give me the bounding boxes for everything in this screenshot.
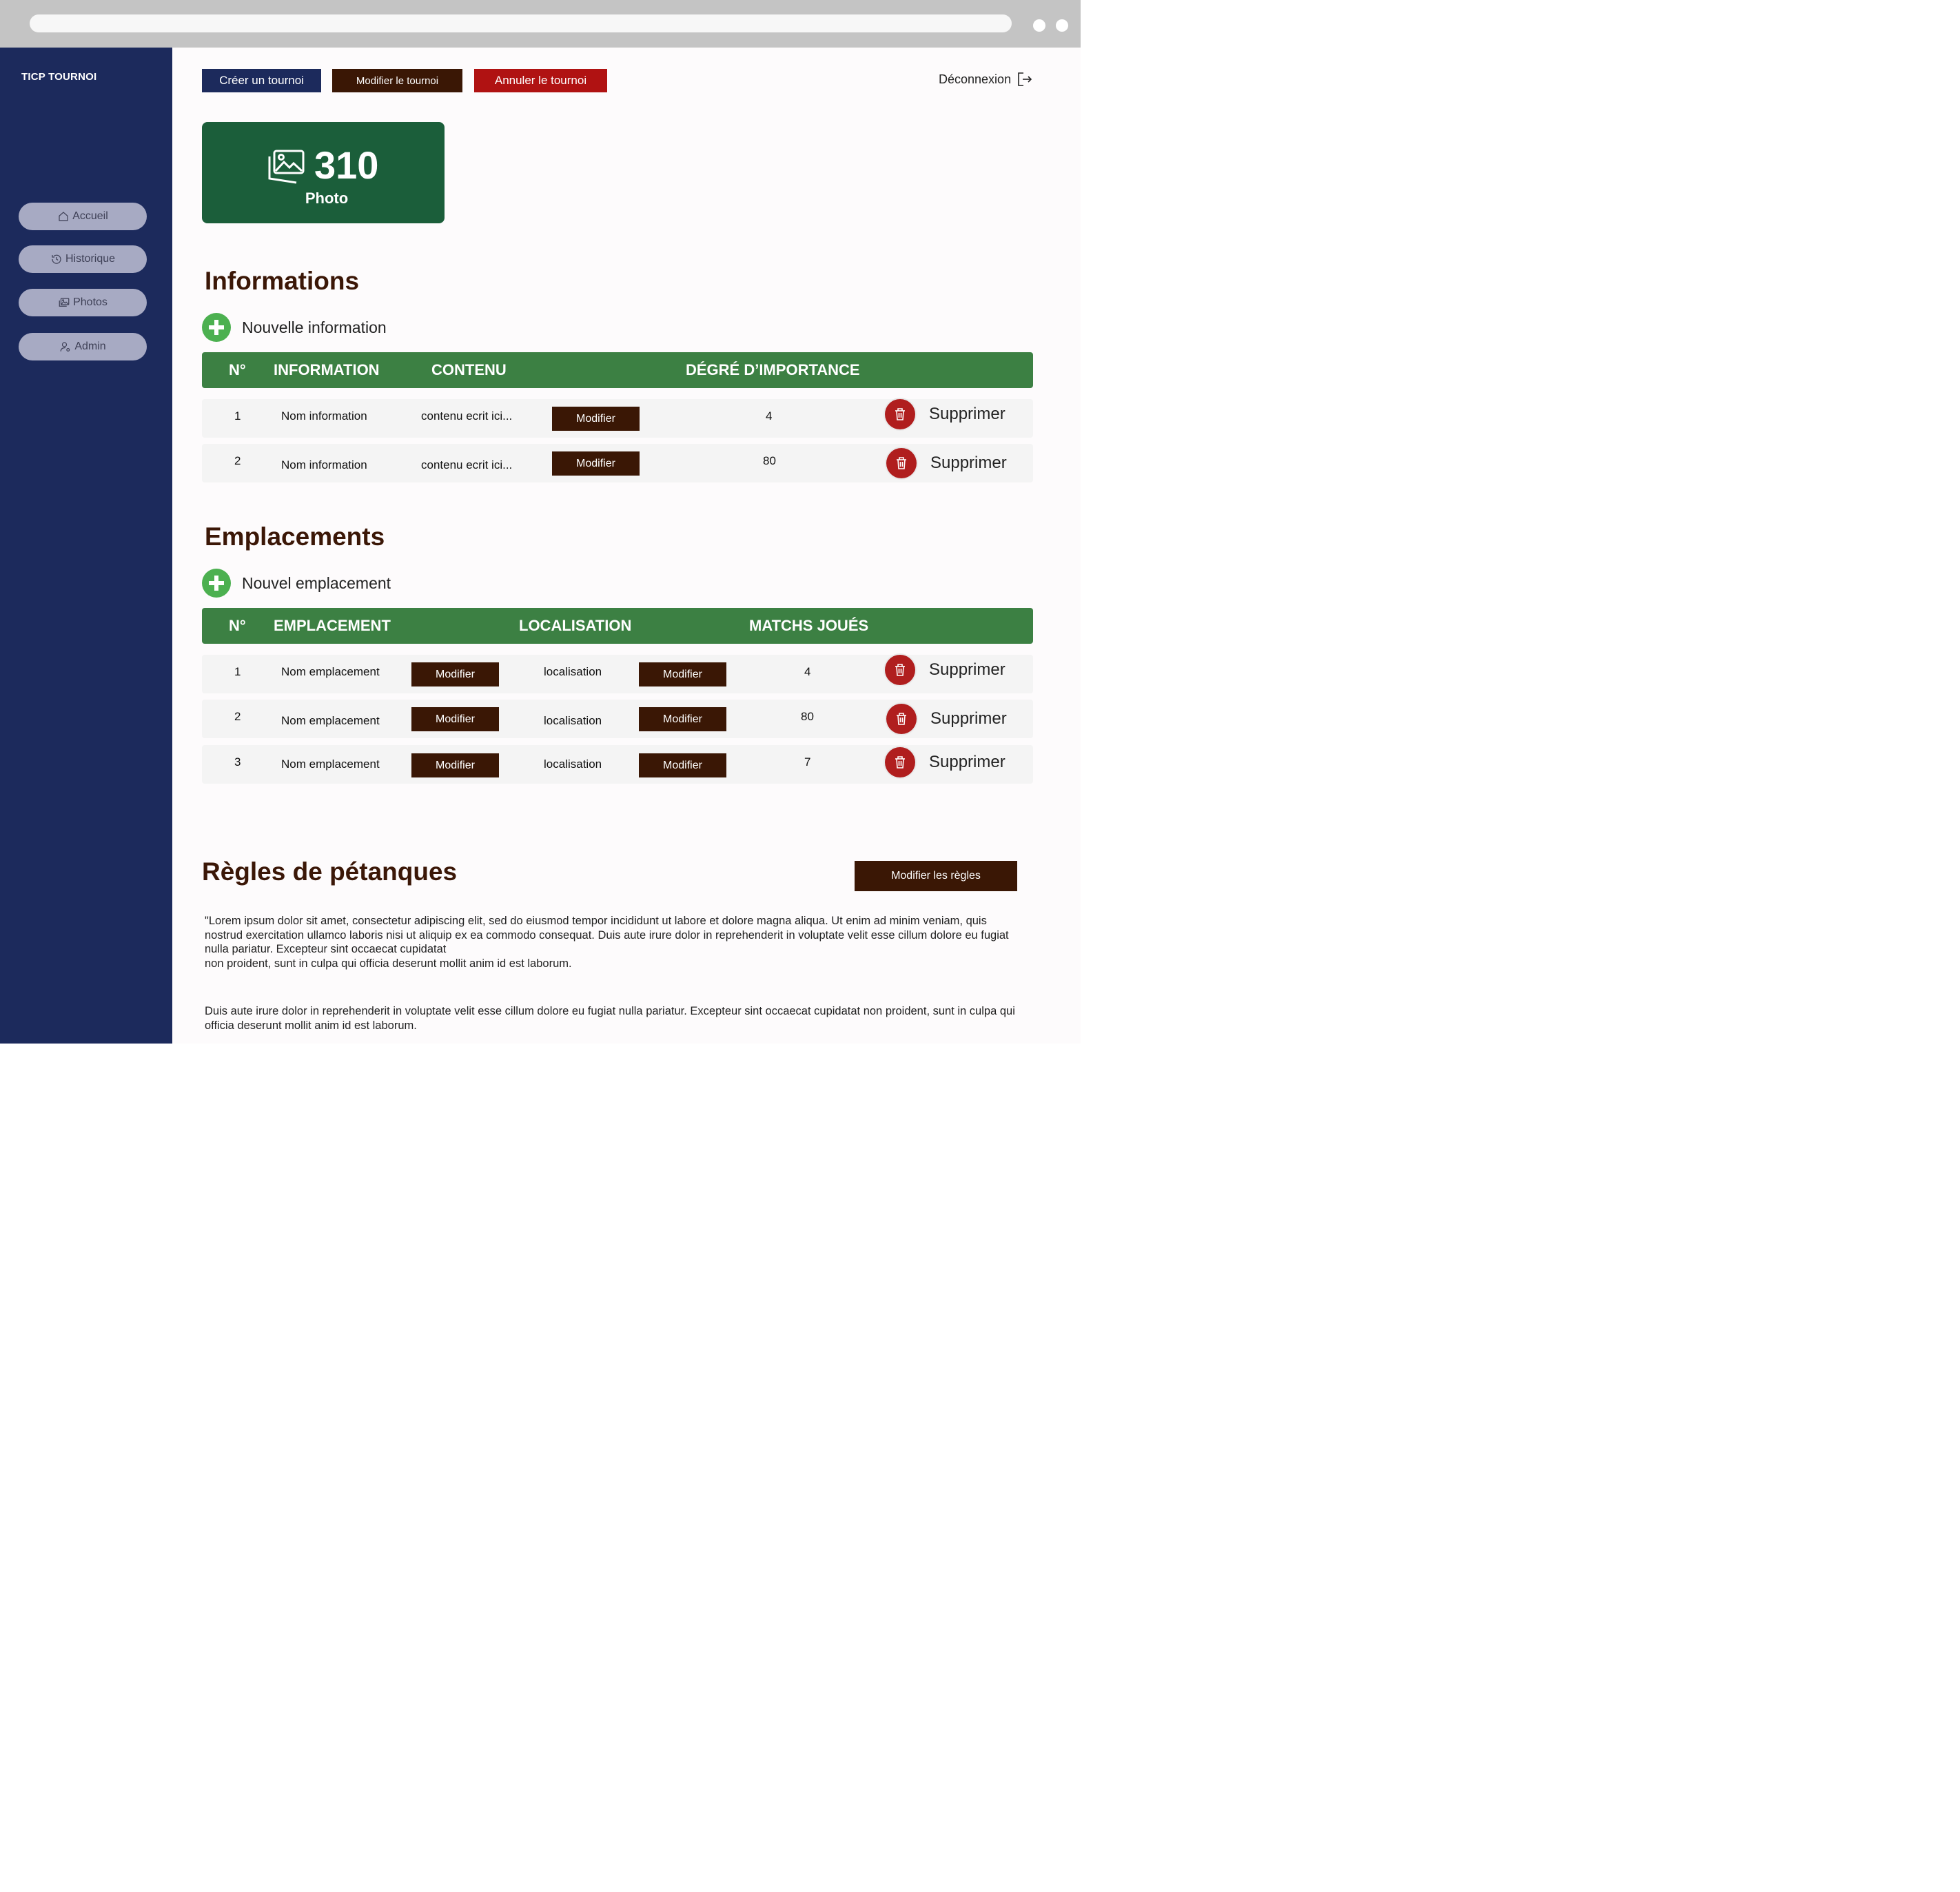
sidebar-item-label: Photos [73, 296, 108, 308]
column-header: CONTENU [431, 361, 507, 378]
delete-label: Supprimer [929, 660, 1005, 679]
row-number: 2 [234, 454, 241, 467]
photos-icon [268, 150, 305, 184]
emplacement-name: Nom emplacement [281, 757, 380, 771]
create-tournament-button[interactable]: Créer un tournoi [202, 69, 321, 92]
modify-tournament-button[interactable]: Modifier le tournoi [332, 69, 462, 92]
rules-paragraph: Duis aute irure dolor in reprehenderit i… [205, 1005, 1015, 1032]
modify-button[interactable]: Modifier [552, 407, 640, 431]
logout-icon [1018, 72, 1032, 86]
delete-button[interactable]: Supprimer [885, 399, 1005, 429]
sidebar-item-accueil[interactable]: Accueil [19, 203, 147, 230]
main-content: Créer un tournoi Modifier le tournoi Ann… [172, 48, 1081, 1044]
trash-icon [885, 399, 915, 429]
column-header: N° [229, 617, 246, 634]
information-content: contenu ecrit ici... [421, 409, 513, 423]
delete-label: Supprimer [930, 709, 1007, 728]
importance-value: 80 [763, 454, 776, 467]
emplacement-location: localisation [544, 714, 602, 727]
rules-paragraph: "Lorem ipsum dolor sit amet, consectetur… [205, 915, 1009, 970]
delete-button[interactable]: Supprimer [886, 704, 1007, 734]
informations-title: Informations [205, 267, 360, 295]
table-row: 2 Nom information contenu ecrit ici... M… [202, 444, 1033, 482]
delete-label: Supprimer [929, 753, 1005, 771]
information-name: Nom information [281, 409, 367, 423]
rules-title: Règles de pétanques [202, 857, 458, 886]
plus-icon [202, 569, 231, 598]
window-dot[interactable] [1056, 19, 1068, 32]
add-emplacement-button[interactable]: Nouvel emplacement [202, 569, 391, 598]
sidebar-item-admin[interactable]: Admin [19, 333, 147, 360]
informations-table-header: N° INFORMATION CONTENU DÉGRÉ D’IMPORTANC… [202, 352, 1033, 388]
row-number: 2 [234, 710, 241, 723]
trash-icon [885, 747, 915, 777]
add-information-button[interactable]: Nouvelle information [202, 313, 387, 342]
column-header: N° [229, 361, 246, 378]
table-row: 3 Nom emplacement Modifier localisation … [202, 745, 1033, 784]
sidebar-item-label: Historique [65, 253, 116, 265]
modify-name-button[interactable]: Modifier [411, 753, 499, 777]
delete-label: Supprimer [930, 454, 1007, 472]
emplacements-title: Emplacements [205, 522, 385, 551]
column-header: INFORMATION [274, 361, 380, 378]
information-content: contenu ecrit ici... [421, 458, 513, 471]
column-header: MATCHS JOUÉS [749, 617, 869, 634]
add-information-label: Nouvelle information [242, 318, 387, 336]
home-icon [59, 212, 68, 221]
modify-location-button[interactable]: Modifier [639, 753, 726, 777]
modify-location-button[interactable]: Modifier [639, 662, 726, 686]
trash-icon [886, 448, 917, 478]
logout-button[interactable]: Déconnexion [939, 71, 1033, 88]
trash-icon [886, 704, 917, 734]
sidebar-item-label: Admin [74, 340, 106, 352]
emplacement-location: localisation [544, 757, 602, 771]
column-header: EMPLACEMENT [274, 617, 391, 634]
information-name: Nom information [281, 458, 367, 471]
table-row: 2 Nom emplacement Modifier localisation … [202, 700, 1033, 738]
matches-value: 4 [804, 665, 811, 678]
photo-count: 310 [314, 143, 379, 187]
matches-value: 80 [801, 710, 814, 723]
history-icon [52, 254, 61, 264]
cancel-tournament-button[interactable]: Annuler le tournoi [474, 69, 607, 92]
trash-icon [885, 655, 915, 685]
browser-chrome [0, 0, 1081, 48]
modify-button[interactable]: Modifier [552, 451, 640, 476]
row-number: 1 [234, 665, 241, 678]
matches-value: 7 [804, 755, 811, 769]
column-header: LOCALISATION [519, 617, 632, 634]
plus-icon [202, 313, 231, 342]
delete-button[interactable]: Supprimer [886, 448, 1007, 478]
table-row: 1 Nom emplacement Modifier localisation … [202, 655, 1033, 693]
delete-button[interactable]: Supprimer [885, 747, 1005, 777]
sidebar-item-photos[interactable]: Photos [19, 289, 147, 316]
delete-label: Supprimer [929, 405, 1005, 423]
sidebar: TICP TOURNOI Accueil Historique Photos A… [0, 48, 172, 1044]
importance-value: 4 [766, 409, 773, 423]
brand-title: TICP TOURNOI [21, 71, 97, 83]
photo-count-label: Photo [305, 190, 349, 207]
table-row: 1 Nom information contenu ecrit ici... M… [202, 399, 1033, 438]
modify-name-button[interactable]: Modifier [411, 707, 499, 731]
modify-rules-button[interactable]: Modifier les règles [855, 861, 1017, 891]
add-emplacement-label: Nouvel emplacement [242, 573, 391, 592]
row-number: 3 [234, 755, 241, 769]
address-bar[interactable] [30, 14, 1012, 32]
modify-location-button[interactable]: Modifier [639, 707, 726, 731]
modify-name-button[interactable]: Modifier [411, 662, 499, 686]
admin-icon [60, 342, 70, 352]
emplacements-table-header: N° EMPLACEMENT LOCALISATION MATCHS JOUÉS [202, 608, 1033, 644]
photo-count-card[interactable]: 310 Photo [202, 122, 445, 223]
delete-button[interactable]: Supprimer [885, 655, 1005, 685]
window-dot[interactable] [1033, 19, 1045, 32]
photos-icon [59, 298, 70, 307]
sidebar-item-historique[interactable]: Historique [19, 245, 147, 273]
sidebar-item-label: Accueil [72, 210, 108, 222]
column-header: DÉGRÉ D’IMPORTANCE [686, 361, 860, 378]
emplacement-location: localisation [544, 665, 602, 678]
emplacement-name: Nom emplacement [281, 665, 380, 678]
row-number: 1 [234, 409, 241, 423]
emplacement-name: Nom emplacement [281, 714, 380, 727]
logout-label: Déconnexion [939, 72, 1012, 86]
